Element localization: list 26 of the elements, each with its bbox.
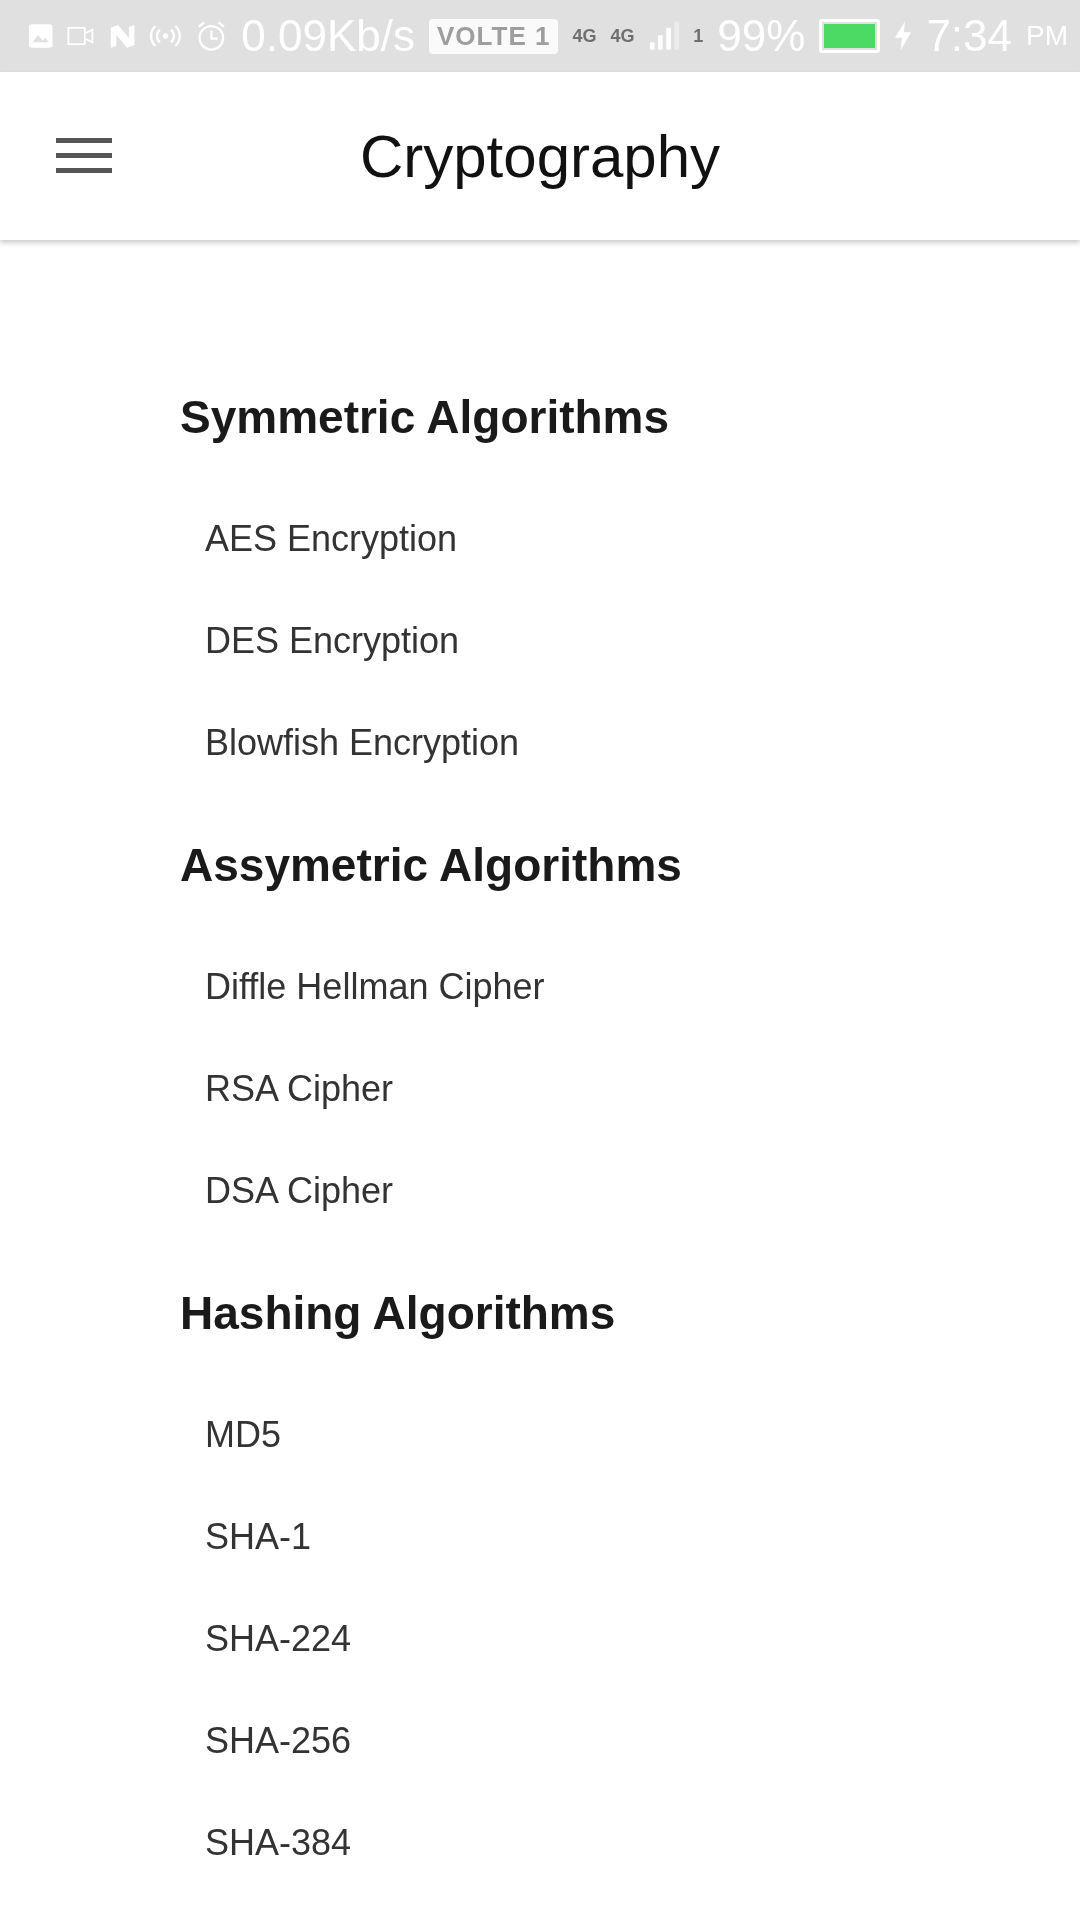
charging-icon bbox=[894, 19, 913, 53]
algorithm-link[interactable]: DES Encryption bbox=[180, 590, 460, 692]
network-type: 4G bbox=[610, 25, 635, 47]
section-heading: Assymetric Algorithms bbox=[180, 838, 682, 893]
signal-icon bbox=[648, 19, 680, 53]
algorithm-link[interactable]: SHA-384 bbox=[180, 1792, 352, 1894]
section-heading: Symmetric Algorithms bbox=[180, 390, 670, 445]
algorithm-link[interactable]: SHA-256 bbox=[180, 1690, 352, 1792]
algorithm-link[interactable]: RSA Cipher bbox=[180, 1038, 394, 1140]
algorithm-link[interactable]: SHA-1 bbox=[180, 1486, 312, 1588]
algorithm-link[interactable]: Blowfish Encryption bbox=[180, 692, 520, 794]
algorithm-link[interactable]: SHA-224 bbox=[180, 1588, 352, 1690]
volte-badge: VOLTE 1 bbox=[429, 18, 559, 54]
menu-icon bbox=[56, 138, 112, 174]
battery-icon bbox=[819, 19, 881, 53]
app-title: Cryptography bbox=[358, 121, 722, 191]
network-type: 4G bbox=[572, 25, 597, 47]
algorithm-link[interactable]: MD5 bbox=[180, 1384, 281, 1486]
algorithm-link[interactable]: Diffle Hellman Cipher bbox=[180, 936, 545, 1038]
picture-icon bbox=[28, 22, 54, 50]
section-heading: Hashing Algorithms bbox=[180, 1286, 616, 1341]
sim-number: 1 bbox=[693, 25, 704, 47]
algorithm-link[interactable]: DSA Cipher bbox=[180, 1140, 394, 1242]
video-icon bbox=[67, 24, 95, 48]
algorithm-link[interactable]: AES Encryption bbox=[180, 488, 458, 590]
menu-button[interactable] bbox=[56, 136, 112, 176]
